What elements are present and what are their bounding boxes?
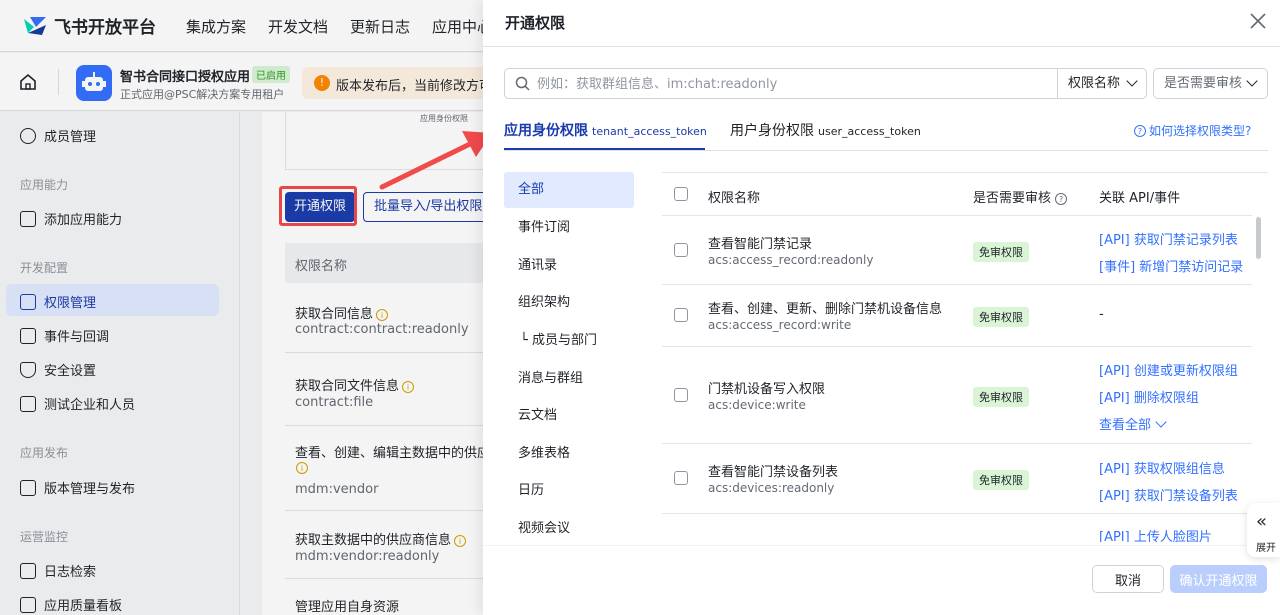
permission-title: 门禁机设备写入权限 <box>708 382 826 397</box>
tab-user-permission[interactable]: 用户身份权限 user_access_token <box>730 120 921 140</box>
api-link[interactable]: [API] 获取门禁设备列表 <box>1099 485 1238 504</box>
category-list: 全部 事件订阅 通讯录 组织架构 └ 成员与部门 消息与群组 云文档 多维表格 … <box>504 172 644 542</box>
api-link[interactable]: [API] 删除权限组 <box>1099 387 1199 406</box>
api-link[interactable]: [API] 获取权限组信息 <box>1099 458 1225 477</box>
review-free-badge: 免审权限 <box>973 470 1029 490</box>
divider <box>483 46 1280 47</box>
no-api-placeholder: - <box>1099 307 1104 322</box>
table-scrollbar[interactable] <box>1256 217 1261 259</box>
permission-type-help-link[interactable]: ? 如何选择权限类型? <box>1134 122 1251 139</box>
search-field-label: 权限名称 <box>1068 76 1121 91</box>
permission-table: 权限名称 是否需要审核 ? 关联 API/事件 查看智能门禁记录 acs:acc… <box>662 172 1268 542</box>
category-messages[interactable]: 消息与群组 <box>504 361 634 397</box>
search-field-select[interactable]: 权限名称 <box>1057 69 1147 98</box>
review-free-badge: 免审权限 <box>973 242 1029 262</box>
divider <box>662 513 1252 514</box>
divider <box>662 215 1252 216</box>
help-link-text: 如何选择权限类型? <box>1149 124 1252 138</box>
expand-label: 展开 <box>1256 543 1276 554</box>
drawer-title: 开通权限 <box>505 14 566 32</box>
permission-search: 权限名称 <box>504 68 1147 99</box>
header-api: 关联 API/事件 <box>1099 191 1181 206</box>
category-all[interactable]: 全部 <box>504 172 634 208</box>
search-input[interactable] <box>537 73 1047 95</box>
annotation-arrow-icon <box>379 131 492 190</box>
category-calendar[interactable]: 日历 <box>504 473 634 509</box>
chevron-down-icon <box>1246 75 1258 87</box>
tab-sub-label: user_access_token <box>818 125 921 138</box>
review-filter-label: 是否需要审核 <box>1164 76 1243 91</box>
row-checkbox[interactable] <box>674 308 688 322</box>
permission-code: acs:access_record:readonly <box>708 253 874 267</box>
category-members-departments[interactable]: └ 成员与部门 <box>504 323 634 359</box>
divider <box>662 443 1252 444</box>
tab-label: 应用身份权限 <box>504 123 588 139</box>
row-checkbox[interactable] <box>674 243 688 257</box>
permission-code: acs:access_record:write <box>708 318 852 332</box>
api-link[interactable]: [API] 获取门禁记录列表 <box>1099 229 1238 248</box>
cancel-button[interactable]: 取消 <box>1092 565 1164 593</box>
event-link[interactable]: [事件] 新增门禁访问记录 <box>1099 256 1243 275</box>
category-docs[interactable]: 云文档 <box>504 398 634 434</box>
expand-panel-tab[interactable]: « 展开 <box>1247 503 1280 557</box>
open-permission-drawer: 开通权限 权限名称 是否需要审核 应用身份权限 tenant_access_tok… <box>483 0 1280 615</box>
chevron-down-icon <box>1126 75 1138 87</box>
permission-title: 查看智能门禁设备列表 <box>708 465 839 480</box>
close-icon[interactable] <box>1249 12 1267 30</box>
category-events[interactable]: 事件订阅 <box>504 210 634 246</box>
tab-label: 用户身份权限 <box>730 123 814 139</box>
question-icon: ? <box>1134 124 1146 137</box>
api-link[interactable]: [API] 创建或更新权限组 <box>1099 360 1238 379</box>
tab-sub-label: tenant_access_token <box>592 125 707 138</box>
chevron-down-icon <box>1155 416 1167 428</box>
category-contacts[interactable]: 通讯录 <box>504 248 634 284</box>
row-checkbox[interactable] <box>674 471 688 485</box>
header-review: 是否需要审核 ? <box>973 187 1068 206</box>
header-name: 权限名称 <box>708 191 761 206</box>
confirm-open-permission-button[interactable]: 确认开通权限 <box>1170 565 1267 593</box>
divider <box>483 545 1280 546</box>
divider <box>662 284 1252 285</box>
double-chevron-left-icon: « <box>1256 511 1268 532</box>
view-all-link[interactable]: 查看全部 <box>1099 414 1167 433</box>
permission-code: acs:devices:readonly <box>708 481 835 495</box>
select-all-checkbox[interactable] <box>674 187 688 201</box>
review-free-badge: 免审权限 <box>973 307 1029 327</box>
review-free-badge: 免审权限 <box>973 387 1029 407</box>
category-vc[interactable]: 视频会议 <box>504 511 634 542</box>
permission-title: 查看智能门禁记录 <box>708 237 813 252</box>
category-org[interactable]: 组织架构 <box>504 285 634 321</box>
permission-title: 查看、创建、更新、删除门禁机设备信息 <box>708 302 943 317</box>
tab-tenant-permission[interactable]: 应用身份权限 tenant_access_token <box>504 120 707 140</box>
divider <box>504 150 1268 151</box>
category-bitable[interactable]: 多维表格 <box>504 436 634 472</box>
search-icon <box>515 76 530 91</box>
permission-code: acs:device:write <box>708 398 806 412</box>
review-filter-select[interactable]: 是否需要审核 <box>1153 68 1268 99</box>
row-checkbox[interactable] <box>674 388 688 402</box>
api-link[interactable]: [API] 上传人脸图片 <box>1099 526 1212 542</box>
divider <box>662 346 1252 347</box>
question-icon: ? <box>1055 193 1068 205</box>
